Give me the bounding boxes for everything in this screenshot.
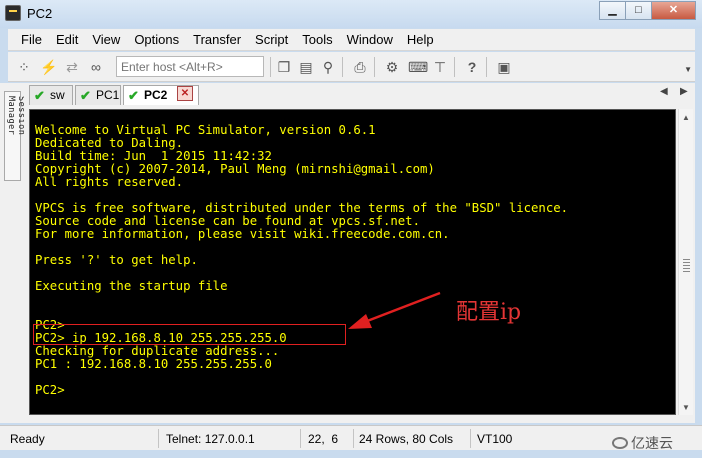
maximize-button[interactable]: □: [625, 1, 652, 20]
keymap-icon[interactable]: ⌨: [408, 59, 428, 75]
tab-scroll-left-icon[interactable]: ◀: [660, 86, 668, 97]
session-manager-tab[interactable]: Session Manager: [4, 91, 26, 181]
tab-label: PC1: [96, 88, 120, 102]
print-icon[interactable]: ⎙: [352, 59, 368, 75]
status-divider: [158, 429, 159, 448]
scroll-up-icon[interactable]: ▲: [682, 113, 690, 122]
session-manager-strip: Session Manager: [0, 83, 26, 423]
tab-scroll-right-icon[interactable]: ▶: [680, 86, 688, 97]
help-icon[interactable]: ?: [464, 59, 480, 75]
connected-check-icon: ✔: [34, 88, 45, 103]
link-icon[interactable]: ∞: [88, 59, 104, 75]
annotation-highlight-box: [33, 324, 346, 345]
app-icon: [5, 5, 21, 21]
session-tabs: ✔ sw ✔ PC1 ✔ PC2 ✕ ◀ ▶: [24, 83, 695, 106]
annotation-label: 配置ip: [456, 300, 522, 325]
close-button[interactable]: ✕: [651, 1, 696, 20]
menu-transfer[interactable]: Transfer: [186, 29, 248, 51]
sftp-icon[interactable]: ⊤: [432, 59, 448, 75]
tab-close-icon[interactable]: ✕: [177, 86, 193, 101]
toolbar: ⁘ ⚡ ⇄ ∞ ❐ ▤ ⚲ ⎙ ⚙ ⌨ ⊤ ? ▣ ▼: [8, 52, 695, 82]
status-divider: [353, 429, 354, 448]
menu-script[interactable]: Script: [248, 29, 295, 51]
tab-sw[interactable]: ✔ sw: [29, 85, 73, 105]
watermark: 亿速云: [612, 433, 673, 453]
reconnect-icon[interactable]: ⇄: [64, 59, 80, 75]
terminal-line: All rights reserved.: [35, 175, 184, 189]
menu-file[interactable]: File: [14, 29, 49, 51]
toolbar-divider: [270, 57, 271, 77]
tab-pc1[interactable]: ✔ PC1: [75, 85, 121, 105]
menu-edit[interactable]: Edit: [49, 29, 85, 51]
status-cursor: 22, 6: [308, 432, 339, 446]
host-input[interactable]: [116, 56, 264, 77]
terminal-line: PC2>: [35, 383, 65, 397]
terminal-screen[interactable]: Welcome to Virtual PC Simulator, version…: [29, 109, 676, 415]
menu-options[interactable]: Options: [127, 29, 186, 51]
terminal-line: For more information, please visit wiki.…: [35, 227, 450, 241]
scroll-down-icon[interactable]: ▼: [682, 403, 690, 412]
status-state: Ready: [10, 432, 45, 446]
terminal-line: PC1 : 192.168.8.10 255.255.255.0: [35, 357, 272, 371]
tab-label: PC2: [144, 88, 168, 102]
toolbar-overflow-icon[interactable]: ▼: [684, 65, 692, 74]
tab-label: sw: [50, 88, 65, 102]
connect-icon[interactable]: ⁘: [16, 59, 32, 75]
menu-window[interactable]: Window: [340, 29, 400, 51]
screen-icon[interactable]: ▣: [496, 59, 512, 75]
toolbar-divider: [486, 57, 487, 77]
status-divider: [300, 429, 301, 448]
window-title: PC2: [27, 6, 53, 21]
status-divider: [470, 429, 471, 448]
toolbar-divider: [454, 57, 455, 77]
status-emulation: VT100: [477, 432, 513, 446]
menu-tools[interactable]: Tools: [295, 29, 339, 51]
status-connection: Telnet: 127.0.0.1: [166, 432, 255, 446]
menu-bar: File Edit View Options Transfer Script T…: [8, 29, 695, 51]
find-icon[interactable]: ⚲: [320, 59, 336, 75]
terminal-scrollbar[interactable]: ▲ ▼: [678, 109, 693, 415]
status-bar: Ready Telnet: 127.0.0.1 22, 6 24 Rows, 8…: [0, 425, 702, 450]
toolbar-divider: [342, 57, 343, 77]
paste-icon[interactable]: ▤: [298, 59, 314, 75]
window-controls: ▁ □ ✕: [599, 1, 696, 20]
app-window: PC2 ▁ □ ✕ File Edit View Options Transfe…: [0, 0, 702, 458]
title-bar: PC2 ▁ □ ✕: [0, 0, 702, 28]
toolbar-divider: [374, 57, 375, 77]
menu-help[interactable]: Help: [400, 29, 441, 51]
menu-view[interactable]: View: [85, 29, 127, 51]
cloud-logo-icon: [612, 437, 628, 449]
minimize-button[interactable]: ▁: [599, 1, 626, 20]
connected-check-icon: ✔: [128, 88, 139, 103]
session-manager-label: Session Manager: [6, 96, 26, 136]
settings-icon[interactable]: ⚙: [384, 59, 400, 75]
scroll-grip-icon[interactable]: [683, 259, 690, 273]
terminal-output: Welcome to Virtual PC Simulator, version…: [35, 124, 675, 397]
lightning-icon[interactable]: ⚡: [40, 59, 57, 75]
annotation-arrow-icon: [348, 291, 441, 329]
connected-check-icon: ✔: [80, 88, 91, 103]
terminal-frame: Welcome to Virtual PC Simulator, version…: [24, 105, 695, 423]
copy-icon[interactable]: ❐: [276, 59, 292, 75]
watermark-text: 亿速云: [631, 435, 673, 451]
status-size: 24 Rows, 80 Cols: [359, 432, 454, 446]
terminal-line: Press '?' to get help.: [35, 253, 198, 267]
